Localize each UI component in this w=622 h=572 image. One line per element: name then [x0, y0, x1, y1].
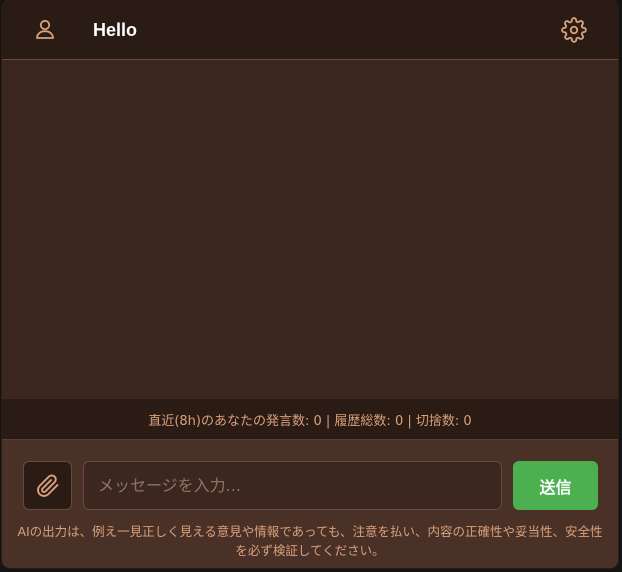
- paperclip-icon: [36, 473, 60, 498]
- disclaimer-text: AIの出力は、例え一見正しく見える意見や情報であっても、注意を払い、内容の正確性…: [17, 524, 603, 558]
- header: Hello: [2, 0, 618, 60]
- gear-icon: [561, 17, 587, 43]
- settings-button[interactable]: [560, 16, 588, 44]
- composer: 送信 AIの出力は、例え一見正しく見える意見や情報であっても、注意を払い、内容の…: [2, 440, 618, 568]
- user-icon[interactable]: [32, 16, 58, 42]
- send-button[interactable]: 送信: [513, 461, 598, 510]
- stats-text: 直近(8h)のあなたの発言数: 0 | 履歴総数: 0 | 切捨数: 0: [148, 413, 472, 429]
- message-list[interactable]: [2, 60, 618, 399]
- chat-window: Hello 直近(8h)のあなたの発言数: 0 | 履歴総数: 0 | 切捨数:…: [2, 0, 618, 568]
- page-title: Hello: [93, 20, 138, 40]
- attach-button[interactable]: [23, 461, 72, 510]
- message-input[interactable]: [83, 461, 502, 510]
- stats-bar: 直近(8h)のあなたの発言数: 0 | 履歴総数: 0 | 切捨数: 0: [2, 399, 618, 440]
